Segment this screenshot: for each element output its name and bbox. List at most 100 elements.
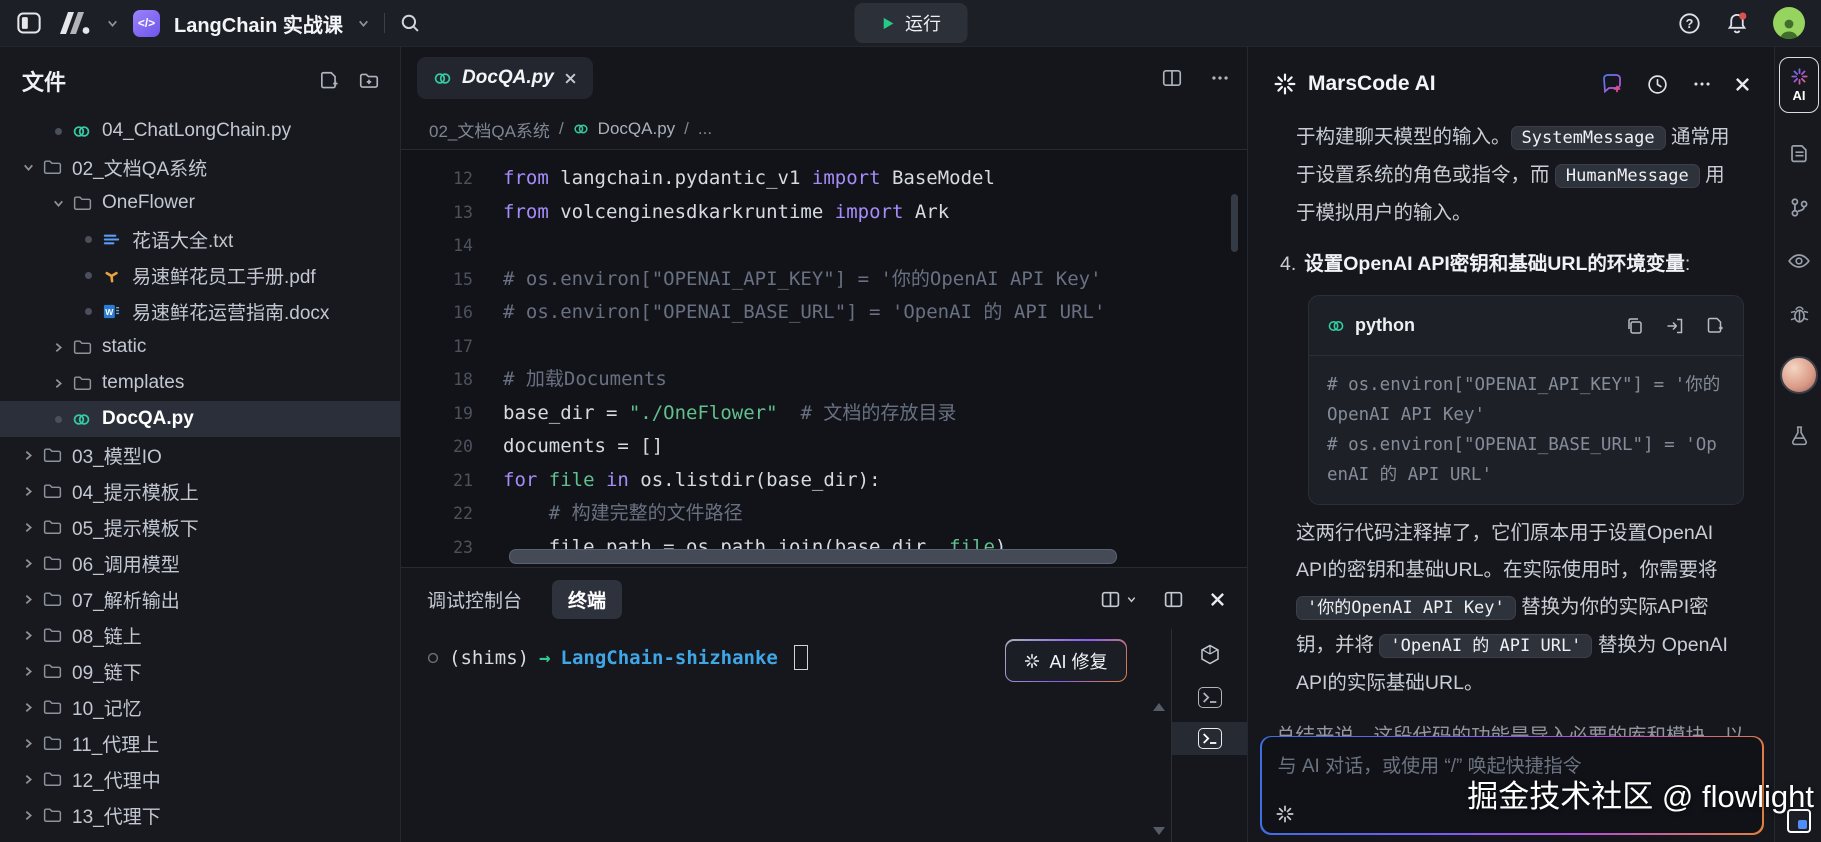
code-line[interactable]: 15# os.environ["OPENAI_API_KEY"] = '你的Op… — [401, 263, 1247, 297]
chevron-right-icon[interactable] — [14, 737, 42, 750]
code-line[interactable]: 18# 加载Documents — [401, 363, 1247, 397]
tree-item[interactable]: 04_提示模板上 — [0, 473, 400, 509]
project-name[interactable]: LangChain 实战课 — [174, 9, 343, 38]
chevron-right-icon[interactable] — [14, 593, 42, 606]
new-folder-icon[interactable] — [358, 70, 380, 92]
tree-item[interactable]: static — [0, 329, 400, 365]
close-ai-panel-icon[interactable] — [1735, 77, 1750, 92]
tab-docqa[interactable]: DocQA.py — [417, 57, 593, 99]
user-avatar[interactable] — [1773, 7, 1805, 39]
more-options-icon[interactable] — [1691, 73, 1713, 95]
tree-item[interactable]: 07_解析输出 — [0, 581, 400, 617]
breadcrumb-more[interactable]: ... — [698, 119, 712, 139]
search-icon[interactable] — [399, 12, 421, 34]
scroll-up-icon[interactable] — [1153, 703, 1165, 711]
test-flask-icon[interactable] — [1788, 424, 1811, 447]
code-line[interactable]: 12from langchain.pydantic_v1 import Base… — [401, 162, 1247, 196]
chevron-right-icon[interactable] — [14, 557, 42, 570]
input-sparkle-icon[interactable] — [1276, 805, 1294, 823]
project-chevron-down-icon[interactable] — [357, 17, 370, 30]
code-editor[interactable]: 12from langchain.pydantic_v1 import Base… — [401, 149, 1247, 567]
tree-item[interactable]: 03_模型IO — [0, 437, 400, 473]
history-icon[interactable] — [1646, 73, 1669, 96]
debug-bug-icon[interactable] — [1788, 303, 1811, 326]
tree-item[interactable]: 13_代理下 — [0, 797, 400, 833]
horizontal-scrollbar[interactable] — [509, 549, 1117, 564]
new-file-from-code-icon[interactable] — [1705, 316, 1725, 336]
marscode-logo[interactable] — [56, 11, 92, 35]
tree-item[interactable]: 12_代理中 — [0, 761, 400, 797]
tree-item[interactable]: 09_链下 — [0, 653, 400, 689]
code-line[interactable]: 14 — [401, 229, 1247, 263]
sidebar-toggle-icon[interactable] — [16, 10, 42, 36]
run-button[interactable]: 运行 — [854, 3, 967, 43]
tree-item[interactable]: 易速鲜花员工手册.pdf — [0, 257, 400, 293]
breadcrumb-folder[interactable]: 02_文档QA系统 — [429, 117, 550, 142]
chevron-right-icon[interactable] — [14, 665, 42, 678]
chevron-down-icon[interactable] — [14, 161, 42, 174]
tree-item[interactable]: 11_代理上 — [0, 725, 400, 761]
maximize-panel-icon[interactable] — [1163, 589, 1184, 610]
chevron-right-icon[interactable] — [14, 701, 42, 714]
more-actions-icon[interactable] — [1209, 67, 1231, 89]
tree-item[interactable]: 14_工具 — [0, 833, 400, 842]
insert-code-icon[interactable] — [1665, 316, 1685, 336]
terminal-instance-selected-icon[interactable] — [1172, 722, 1247, 755]
remote-window-icon[interactable] — [1787, 809, 1811, 833]
tree-item[interactable]: W易速鲜花运营指南.docx — [0, 293, 400, 329]
chevron-down-icon[interactable] — [44, 197, 72, 210]
tab-debug-console[interactable]: 调试控制台 — [427, 586, 522, 613]
tree-item[interactable]: 花语大全.txt — [0, 221, 400, 257]
split-editor-icon[interactable] — [1161, 67, 1183, 89]
copy-code-icon[interactable] — [1625, 316, 1645, 336]
notifications-bell-icon[interactable] — [1725, 11, 1749, 35]
tree-item[interactable]: 02_文档QA系统 — [0, 149, 400, 185]
tree-item[interactable]: 05_提示模板下 — [0, 509, 400, 545]
tree-item[interactable]: 04_ChatLongChain.py — [0, 113, 400, 149]
code-line[interactable]: 19base_dir = "./OneFlower" # 文档的存放目录 — [401, 397, 1247, 431]
code-line[interactable]: 21for file in os.listdir(base_dir): — [401, 464, 1247, 498]
prompt-status-icon — [427, 652, 439, 664]
tree-item[interactable]: 08_链上 — [0, 617, 400, 653]
source-control-icon[interactable] — [1788, 196, 1811, 219]
new-chat-icon[interactable] — [1600, 72, 1624, 96]
code-line[interactable]: 13from volcenginesdkarkruntime import Ar… — [401, 196, 1247, 230]
ai-chat-input[interactable] — [1262, 737, 1763, 833]
tab-terminal[interactable]: 终端 — [552, 580, 622, 619]
dev-container-icon[interactable] — [1172, 637, 1247, 673]
code-line[interactable]: 16# os.environ["OPENAI_BASE_URL"] = 'Ope… — [401, 296, 1247, 330]
close-tab-icon[interactable] — [564, 72, 577, 85]
chevron-right-icon[interactable] — [14, 809, 42, 822]
code-card-body[interactable]: # os.environ["OPENAI_API_KEY"] = '你的Open… — [1309, 356, 1743, 504]
help-icon[interactable]: ? — [1678, 12, 1701, 35]
terminal-body[interactable]: (shims) → LangChain-shizhanke AI 修复 — [401, 629, 1247, 842]
tree-item[interactable]: OneFlower — [0, 185, 400, 221]
tree-item[interactable]: 06_调用模型 — [0, 545, 400, 581]
close-panel-icon[interactable] — [1210, 592, 1225, 607]
ai-fix-button[interactable]: AI 修复 — [1005, 639, 1127, 682]
chevron-right-icon[interactable] — [14, 629, 42, 642]
document-outline-icon[interactable] — [1788, 143, 1811, 166]
terminal-instance-icon[interactable] — [1172, 681, 1247, 714]
tree-item[interactable]: DocQA.py — [0, 401, 400, 437]
tree-item[interactable]: templates — [0, 365, 400, 401]
chevron-right-icon[interactable] — [14, 485, 42, 498]
tree-item[interactable]: 10_记忆 — [0, 689, 400, 725]
scroll-down-icon[interactable] — [1153, 827, 1165, 835]
code-line[interactable]: 22 # 构建完整的文件路径 — [401, 497, 1247, 531]
code-line[interactable]: 17 — [401, 330, 1247, 364]
chevron-right-icon[interactable] — [14, 773, 42, 786]
workspace-chevron-down-icon[interactable] — [106, 17, 119, 30]
preview-eye-icon[interactable] — [1787, 249, 1811, 273]
breadcrumb-file[interactable]: DocQA.py — [598, 119, 675, 139]
chevron-right-icon[interactable] — [14, 449, 42, 462]
chevron-right-icon[interactable] — [44, 341, 72, 354]
split-terminal-icon[interactable] — [1100, 589, 1137, 610]
code-line[interactable]: 20documents = [] — [401, 430, 1247, 464]
vertical-scrollbar[interactable] — [1231, 194, 1238, 252]
chevron-right-icon[interactable] — [14, 521, 42, 534]
ai-activity-item[interactable]: AI — [1779, 57, 1819, 113]
new-file-icon[interactable] — [318, 70, 340, 92]
assistant-avatar[interactable] — [1780, 356, 1818, 394]
chevron-right-icon[interactable] — [44, 377, 72, 390]
